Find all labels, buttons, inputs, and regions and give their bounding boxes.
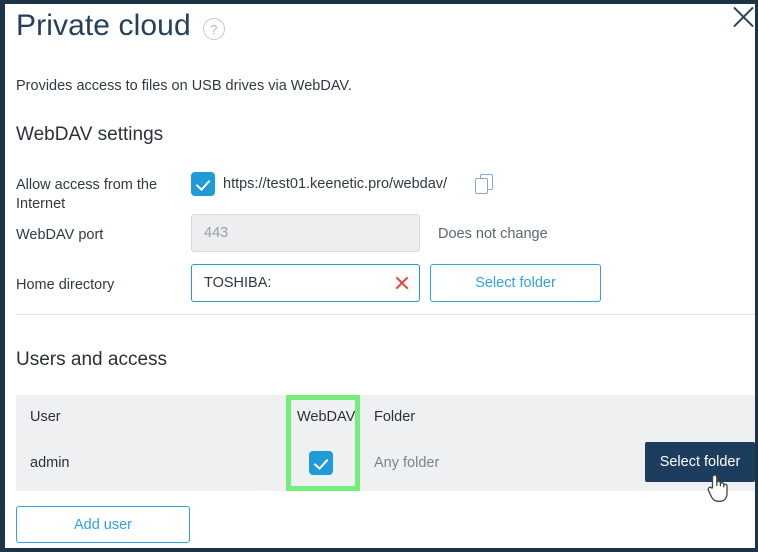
- table-row-user-name: admin: [30, 455, 70, 471]
- private-cloud-dialog: Private cloud ? Provides access to files…: [0, 0, 758, 552]
- table-row-folder-value: Any folder: [374, 455, 440, 471]
- copy-icon-front-sheet: [475, 178, 488, 194]
- copy-icon[interactable]: [475, 174, 494, 196]
- label-webdav-port: WebDAV port: [16, 227, 104, 243]
- home-directory-input[interactable]: [192, 265, 392, 301]
- clear-x-icon[interactable]: [393, 274, 411, 292]
- webdav-port-input[interactable]: [191, 214, 420, 252]
- column-header-folder: Folder: [374, 409, 416, 425]
- section-heading-users-and-access: Users and access: [16, 349, 168, 370]
- label-home-directory: Home directory: [16, 277, 115, 293]
- dialog-description: Provides access to files on USB drives v…: [16, 78, 352, 94]
- webdav-url-text: https://test01.keenetic.pro/webdav/: [223, 176, 448, 192]
- column-header-user: User: [30, 409, 61, 425]
- select-folder-button-row[interactable]: Select folder: [645, 442, 755, 482]
- section-divider: [16, 314, 755, 315]
- section-heading-webdav-settings: WebDAV settings: [16, 124, 164, 145]
- dialog-header: Private cloud ?: [16, 6, 225, 46]
- label-allow-access: Allow access from the Internet: [16, 177, 158, 212]
- table-row-webdav-checkbox[interactable]: [309, 451, 333, 475]
- page-title: Private cloud: [16, 9, 191, 42]
- add-user-button[interactable]: Add user: [16, 506, 190, 543]
- webdav-port-note: Does not change: [438, 226, 548, 242]
- column-header-webdav: WebDAV: [297, 409, 356, 425]
- home-directory-field: [191, 264, 420, 302]
- question-mark-circle-icon[interactable]: ?: [202, 18, 225, 40]
- allow-access-checkbox[interactable]: [191, 172, 215, 196]
- close-icon[interactable]: [728, 4, 755, 32]
- select-folder-button-home[interactable]: Select folder: [430, 264, 601, 302]
